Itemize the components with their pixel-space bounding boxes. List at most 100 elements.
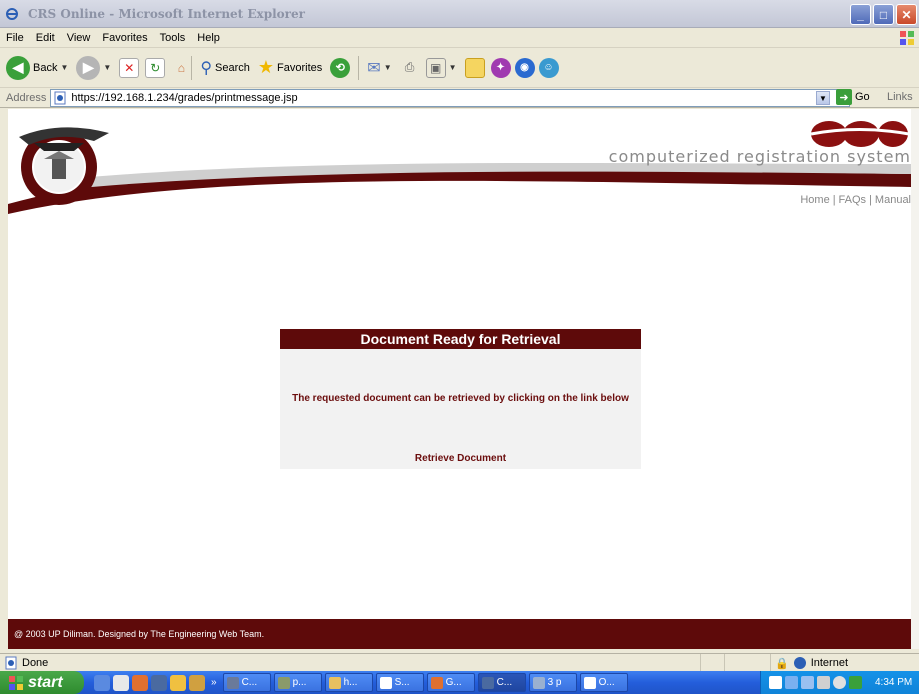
- forward-dropdown-icon[interactable]: ▼: [103, 63, 111, 72]
- page-icon: [54, 91, 66, 104]
- ie-icon: [4, 6, 20, 22]
- ie-quicklaunch-icon[interactable]: [94, 674, 110, 691]
- task-button[interactable]: C...: [222, 673, 271, 692]
- tray-icon[interactable]: [801, 676, 814, 689]
- site-footer: @ 2003 UP Diliman. Designed by The Engin…: [8, 619, 911, 649]
- nav-home-link[interactable]: Home: [800, 194, 829, 206]
- task-button[interactable]: p...: [273, 673, 322, 692]
- edit-button[interactable]: ▣ ▼: [425, 57, 457, 78]
- task-icon: [226, 676, 239, 689]
- menu-view[interactable]: View: [67, 32, 91, 44]
- task-icon: [583, 676, 596, 689]
- task-label: h...: [343, 677, 358, 688]
- home-icon[interactable]: ⌂: [171, 58, 191, 78]
- start-label: start: [28, 673, 63, 691]
- windows-logo-icon: [900, 31, 914, 45]
- stop-icon[interactable]: ✕: [119, 57, 140, 78]
- tray-icon[interactable]: [849, 676, 862, 689]
- task-button[interactable]: 3 p: [528, 673, 577, 692]
- crs-tagline: computerized registration system: [608, 147, 911, 166]
- nav-manual-link[interactable]: Manual: [875, 194, 911, 206]
- page-done-icon: [5, 656, 17, 669]
- scrollbar[interactable]: [911, 109, 919, 649]
- minimize-button[interactable]: _: [850, 4, 871, 25]
- address-bar: Address https://192.168.1.234/grades/pri…: [0, 88, 919, 108]
- browser-toolbar: ◀ Back ▼ ▶ ▼ ✕ ↻ ⌂ ⚲ Search ★ Favorites …: [0, 48, 919, 88]
- tray-icon[interactable]: [785, 676, 798, 689]
- links-label[interactable]: Links: [887, 91, 913, 103]
- window-title: CRS Online - Microsoft Internet Explorer: [28, 6, 305, 21]
- discuss-icon[interactable]: [464, 57, 485, 78]
- desktop-quicklaunch-icon[interactable]: [113, 674, 129, 691]
- tray-icon[interactable]: [817, 676, 830, 689]
- task-label: C...: [496, 677, 513, 688]
- favorites-button[interactable]: ★ Favorites: [258, 57, 322, 78]
- retrieve-document-link[interactable]: Retrieve Document: [280, 453, 641, 464]
- forward-button[interactable]: ▶ ▼: [76, 55, 111, 80]
- favorites-label: Favorites: [277, 61, 323, 74]
- task-button[interactable]: O...: [579, 673, 628, 692]
- firefox-quicklaunch-icon[interactable]: [132, 674, 148, 691]
- menu-help[interactable]: Help: [197, 32, 220, 44]
- start-button[interactable]: start: [0, 671, 84, 694]
- task-buttons: C... p... h... S... G... C... 3 p O...: [222, 673, 628, 692]
- taskbar: start » C... p... h... S... G... C... 3 …: [0, 671, 919, 694]
- messenger-icon[interactable]: ✦: [490, 57, 511, 78]
- nav-links: Home | FAQs | Manual: [800, 194, 911, 206]
- misc-quicklaunch-icon[interactable]: [189, 674, 205, 691]
- menu-tools[interactable]: Tools: [160, 32, 186, 44]
- task-icon: [379, 676, 392, 689]
- messenger-quicklaunch-icon[interactable]: [170, 674, 186, 691]
- back-arrow-icon: ◀: [6, 55, 30, 80]
- media-icon[interactable]: ◉: [514, 57, 535, 78]
- go-arrow-icon: ➜: [836, 89, 852, 105]
- lock-icon: 🔒: [775, 657, 789, 670]
- retrieval-panel: Document Ready for Retrieval The request…: [280, 329, 641, 469]
- task-icon: [328, 676, 341, 689]
- task-button[interactable]: h...: [324, 673, 373, 692]
- app-quicklaunch-icon[interactable]: [151, 674, 167, 691]
- quicklaunch-chevron-icon[interactable]: »: [211, 677, 217, 688]
- clock[interactable]: 4:34 PM: [875, 677, 912, 688]
- task-icon: [430, 676, 443, 689]
- window-titlebar[interactable]: CRS Online - Microsoft Internet Explorer…: [0, 0, 919, 28]
- nav-faqs-link[interactable]: FAQs: [839, 194, 867, 206]
- task-button[interactable]: S...: [375, 673, 424, 692]
- tray-icon[interactable]: [833, 676, 846, 689]
- task-label: C...: [241, 677, 258, 688]
- task-icon: [481, 676, 494, 689]
- menu-favorites[interactable]: Favorites: [102, 32, 147, 44]
- address-dropdown-icon[interactable]: ▼: [816, 91, 830, 105]
- tray-icon[interactable]: [769, 676, 782, 689]
- go-button[interactable]: ➜ Go: [836, 89, 870, 105]
- star-icon: ★: [257, 57, 275, 77]
- address-input[interactable]: https://192.168.1.234/grades/printmessag…: [50, 88, 851, 107]
- status-text: Done: [22, 656, 49, 669]
- print-icon[interactable]: ⎙: [400, 58, 420, 78]
- mail-button[interactable]: ✉ ▼: [367, 58, 391, 78]
- refresh-icon[interactable]: ↻: [145, 57, 166, 78]
- crs-logo: [810, 121, 909, 147]
- back-dropdown-icon[interactable]: ▼: [60, 63, 68, 72]
- nav-separator: |: [832, 194, 836, 206]
- search-label: Search: [215, 61, 250, 74]
- security-zone: 🔒 Internet: [770, 654, 848, 672]
- task-button-active[interactable]: C...: [477, 673, 526, 692]
- edit-icon: ▣: [425, 57, 446, 78]
- forward-arrow-icon: ▶: [76, 55, 101, 80]
- task-label: p...: [292, 677, 307, 688]
- menu-bar: File Edit View Favorites Tools Help: [0, 28, 919, 48]
- address-url: https://192.168.1.234/grades/printmessag…: [71, 91, 298, 104]
- history-icon[interactable]: ⟲: [330, 57, 351, 78]
- back-label: Back: [33, 61, 58, 74]
- task-icon: [277, 676, 290, 689]
- task-button[interactable]: G...: [426, 673, 475, 692]
- menu-edit[interactable]: Edit: [36, 32, 55, 44]
- back-button[interactable]: ◀ Back ▼: [6, 55, 68, 80]
- search-button[interactable]: ⚲ Search: [200, 58, 250, 78]
- task-label: S...: [394, 677, 410, 688]
- close-button[interactable]: ✕: [896, 4, 917, 25]
- menu-file[interactable]: File: [6, 32, 24, 44]
- maximize-button[interactable]: □: [873, 4, 894, 25]
- users-icon[interactable]: ☺: [538, 57, 559, 78]
